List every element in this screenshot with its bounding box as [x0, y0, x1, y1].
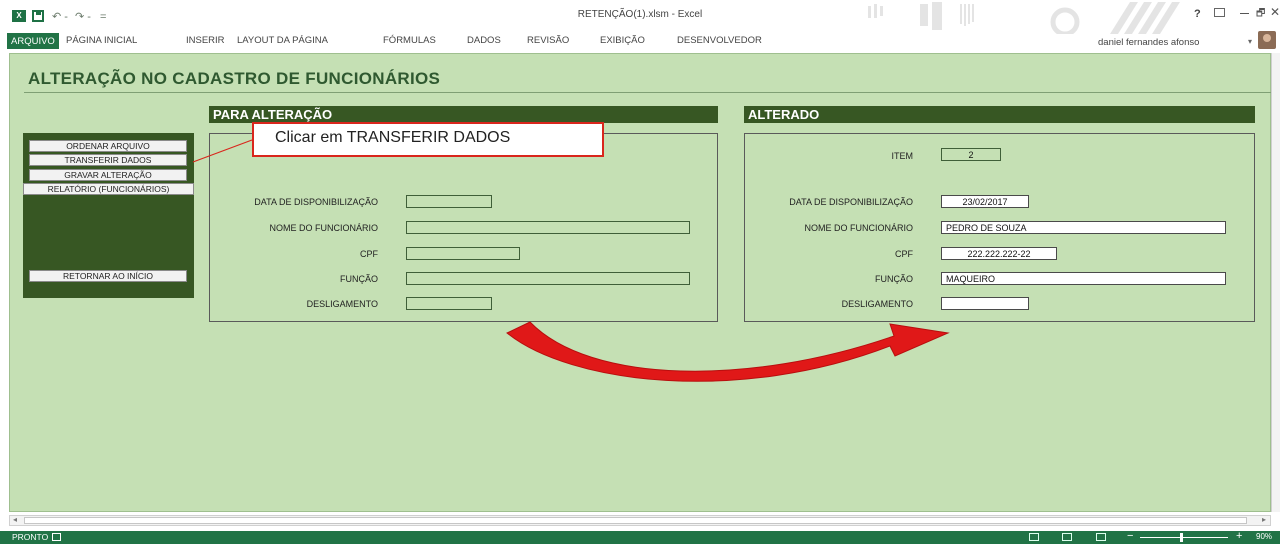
tab-desenvolvedor[interactable]: DESENVOLVEDOR — [677, 35, 762, 46]
funcao-field[interactable] — [406, 272, 690, 285]
desligamento-field[interactable] — [406, 297, 492, 310]
tab-exibicao[interactable]: EXIBIÇÃO — [600, 35, 645, 46]
tab-arquivo[interactable]: ARQUIVO — [7, 33, 59, 49]
macro-record-icon[interactable] — [52, 533, 61, 541]
page-title: ALTERAÇÃO NO CADASTRO DE FUNCIONÁRIOS — [28, 69, 441, 88]
ribbon-display-options-icon[interactable] — [1214, 8, 1225, 17]
cpf-field[interactable] — [406, 247, 520, 260]
ribbon-tabs: ARQUIVO PÁGINA INICIAL INSERIR LAYOUT DA… — [0, 33, 1280, 50]
data-disponibilizacao-value[interactable]: 23/02/2017 — [941, 195, 1029, 208]
para-alteracao-header: PARA ALTERAÇÃO — [209, 106, 718, 123]
tab-formulas[interactable]: FÓRMULAS — [383, 35, 436, 46]
nome-funcionario-label: NOME DO FUNCIONÁRIO — [269, 223, 378, 233]
status-bar: PRONTO − + 90% — [0, 530, 1280, 544]
alterado-header: ALTERADO — [744, 106, 1255, 123]
tab-pagina-inicial[interactable]: PÁGINA INICIAL — [66, 35, 137, 46]
funcao-value[interactable]: MAQUEIRO — [941, 272, 1226, 285]
data-disponibilizacao-label: DATA DE DISPONIBILIZAÇÃO — [254, 197, 378, 207]
transferir-dados-button[interactable]: TRANSFERIR DADOS — [29, 154, 187, 166]
nome-funcionario-label: NOME DO FUNCIONÁRIO — [804, 223, 913, 233]
zoom-in-icon[interactable]: + — [1236, 530, 1242, 542]
desligamento-value[interactable] — [941, 297, 1029, 310]
gravar-alteracao-button[interactable]: GRAVAR ALTERAÇÃO — [29, 169, 187, 181]
help-icon[interactable]: ? — [1194, 8, 1201, 20]
avatar[interactable] — [1258, 31, 1276, 49]
close-icon[interactable]: ✕ — [1270, 5, 1280, 19]
restore-icon[interactable]: 🗗 — [1256, 6, 1265, 23]
vertical-scrollbar[interactable] — [1271, 53, 1280, 512]
normal-view-icon[interactable] — [1029, 533, 1039, 541]
page-layout-view-icon[interactable] — [1062, 533, 1072, 541]
para-alteracao-panel: DATA DE DISPONIBILIZAÇÃO NOME DO FUNCION… — [209, 133, 718, 322]
funcao-label: FUNÇÃO — [340, 274, 378, 284]
instruction-callout: Clicar em TRANSFERIR DADOS — [252, 122, 604, 157]
item-label: ITEM — [891, 151, 914, 161]
cpf-value[interactable]: 222.222.222-22 — [941, 247, 1057, 260]
tab-inserir[interactable]: INSERIR — [186, 35, 225, 46]
title-bar: X ↶ - ↷ - = RETENÇÃO(1).xlsm - Excel ? 🗗… — [0, 0, 1280, 34]
page-break-view-icon[interactable] — [1096, 533, 1106, 541]
title-divider — [24, 92, 1274, 93]
tab-layout-da-pagina[interactable]: LAYOUT DA PÁGINA — [237, 35, 328, 46]
zoom-slider[interactable] — [1140, 537, 1228, 538]
horizontal-scrollbar[interactable]: ◂ ▸ — [9, 515, 1271, 526]
cpf-label: CPF — [895, 249, 913, 259]
scroll-thumb[interactable] — [24, 517, 1247, 524]
nome-funcionario-value[interactable]: PEDRO DE SOUZA — [941, 221, 1226, 234]
tab-revisao[interactable]: REVISÃO — [527, 35, 569, 46]
zoom-slider-thumb[interactable] — [1180, 533, 1183, 542]
user-name[interactable]: daniel fernandes afonso — [1098, 37, 1199, 48]
retornar-ao-inicio-button[interactable]: RETORNAR AO INÍCIO — [29, 270, 187, 282]
zoom-level[interactable]: 90% — [1256, 532, 1272, 541]
desligamento-label: DESLIGAMENTO — [841, 299, 913, 309]
macro-button-panel: ORDENAR ARQUIVO TRANSFERIR DADOS GRAVAR … — [23, 133, 194, 298]
zoom-out-icon[interactable]: − — [1127, 530, 1133, 542]
scroll-right-icon[interactable]: ▸ — [1262, 515, 1266, 524]
data-disponibilizacao-field[interactable] — [406, 195, 492, 208]
curved-arrow-icon — [506, 321, 950, 382]
desligamento-label: DESLIGAMENTO — [306, 299, 378, 309]
tab-dados[interactable]: DADOS — [467, 35, 501, 46]
alterado-panel: ITEM 2 DATA DE DISPONIBILIZAÇÃO 23/02/20… — [744, 133, 1255, 322]
cpf-label: CPF — [360, 249, 378, 259]
minimize-icon[interactable] — [1240, 13, 1249, 14]
background-watermark-graphic — [868, 2, 1180, 34]
funcao-label: FUNÇÃO — [875, 274, 913, 284]
relatorio-funcionarios-button[interactable]: RELATÓRIO (FUNCIONÁRIOS) — [23, 183, 194, 195]
item-field[interactable]: 2 — [941, 148, 1001, 161]
nome-funcionario-field[interactable] — [406, 221, 690, 234]
chevron-down-icon[interactable]: ▾ — [1248, 37, 1252, 46]
data-disponibilizacao-label: DATA DE DISPONIBILIZAÇÃO — [789, 197, 913, 207]
worksheet[interactable]: ALTERAÇÃO NO CADASTRO DE FUNCIONÁRIOS OR… — [9, 53, 1274, 512]
scroll-left-icon[interactable]: ◂ — [13, 515, 17, 524]
ordenar-arquivo-button[interactable]: ORDENAR ARQUIVO — [29, 140, 187, 152]
status-text: PRONTO — [12, 532, 49, 542]
